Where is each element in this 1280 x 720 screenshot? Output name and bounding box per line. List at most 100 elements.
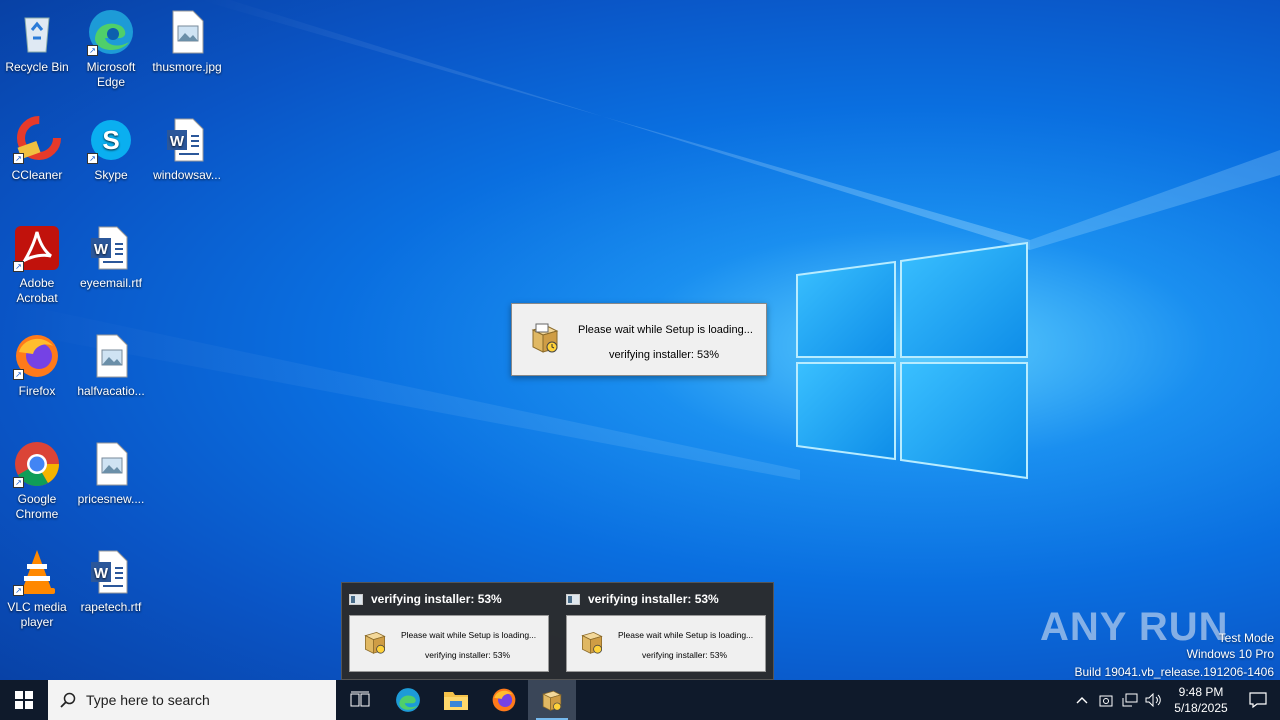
clock-date: 5/18/2025 [1174, 701, 1228, 715]
thumbnail-message: Please wait while Setup is loading... [401, 630, 537, 640]
desktop-icon-skype[interactable]: S ↗ Skype [74, 116, 148, 183]
chrome-icon: ↗ [13, 440, 61, 488]
setup-status: verifying installer: 53% [609, 349, 720, 361]
desktop-icon-google-chrome[interactable]: ↗ Google Chrome [0, 440, 74, 522]
thumbnail-preview: Please wait while Setup is loading... ve… [349, 615, 549, 672]
desktop-icon-recycle-bin[interactable]: Recycle Bin [0, 8, 74, 75]
firefox-icon: ↗ [13, 332, 61, 380]
app-window-icon [566, 593, 580, 605]
desktop-icon-label: Skype [94, 168, 128, 182]
test-mode-label: Test Mode [1218, 631, 1274, 645]
search-placeholder: Type here to search [86, 692, 210, 708]
desktop-icon-firefox[interactable]: ↗ Firefox [0, 332, 74, 399]
shortcut-arrow-icon: ↗ [13, 153, 24, 164]
taskbar-firefox-button[interactable] [480, 680, 528, 720]
desktop-icon-pricesnew[interactable]: pricesnew.... [74, 440, 148, 507]
desktop-icon-label: halfvacatio... [77, 384, 145, 398]
folder-icon [444, 692, 468, 710]
notification-icon [1249, 692, 1267, 708]
thumbnail-preview: Please wait while Setup is loading... ve… [566, 615, 766, 672]
desktop-icon-label: rapetech.rtf [80, 600, 142, 614]
desktop-icon-ccleaner[interactable]: ↗ CCleaner [0, 116, 74, 183]
task-view-icon [350, 691, 370, 707]
setup-loading-dialog[interactable]: Please wait while Setup is loading... ve… [511, 303, 767, 376]
shortcut-arrow-icon: ↗ [87, 45, 98, 56]
taskbar-setup-button[interactable] [528, 680, 576, 720]
adobe-acrobat-icon: ↗ [13, 224, 61, 272]
thumbnail-message: Please wait while Setup is loading... [618, 630, 754, 640]
edge-icon: ↗ [87, 8, 135, 56]
desktop-icon-microsoft-edge[interactable]: ↗ Microsoft Edge [74, 8, 148, 90]
desktop-icon-label: VLC media player [7, 600, 67, 629]
edge-icon [396, 688, 420, 712]
shortcut-arrow-icon: ↗ [87, 153, 98, 164]
taskbar-search-box[interactable]: Type here to search [48, 680, 336, 720]
desktop-icon-label: pricesnew.... [77, 492, 145, 506]
desktop-icon-thusmore[interactable]: thusmore.jpg [150, 8, 224, 75]
search-icon [60, 692, 76, 708]
thumbnail-title-bar: verifying installer: 53% [349, 589, 549, 609]
desktop-icon-rapetech[interactable]: W rapetech.rtf [74, 548, 148, 615]
start-button[interactable] [0, 680, 48, 720]
thumbnail-status: verifying installer: 53% [425, 650, 511, 660]
taskbar-clock[interactable]: 9:48 PM 5/18/2025 [1166, 684, 1236, 716]
tray-security-button[interactable] [1094, 680, 1118, 720]
taskbar-thumbnail-panel: verifying installer: 53% Please wait whi… [341, 582, 774, 680]
thumbnail-title: verifying installer: 53% [371, 592, 502, 606]
desktop-icon-halfvacation[interactable]: halfvacatio... [74, 332, 148, 399]
desktop-icon-windowsav[interactable]: W windowsav... [150, 116, 224, 183]
chevron-up-icon [1076, 697, 1088, 704]
firefox-icon [492, 688, 516, 712]
image-file-icon [163, 8, 211, 56]
shortcut-arrow-icon: ↗ [13, 585, 24, 596]
build-label: Build 19041.vb_release.191206-1406 [1074, 665, 1275, 679]
image-file-icon [87, 440, 135, 488]
show-hidden-icons-button[interactable] [1070, 680, 1094, 720]
tray-network-button[interactable] [1118, 680, 1142, 720]
window-thumbnail[interactable]: verifying installer: 53% Please wait whi… [566, 589, 766, 672]
shortcut-arrow-icon: ↗ [13, 261, 24, 272]
thumbnail-status: verifying installer: 53% [642, 650, 728, 660]
ccleaner-icon: ↗ [13, 116, 61, 164]
desktop-icon-eyeemail[interactable]: W eyeemail.rtf [74, 224, 148, 291]
desktop-icon-label: Microsoft Edge [86, 60, 136, 89]
window-thumbnail[interactable]: verifying installer: 53% Please wait whi… [349, 589, 549, 672]
image-file-icon [87, 332, 135, 380]
svg-text:W: W [170, 133, 185, 150]
security-tray-icon [1099, 695, 1113, 707]
desktop-icon-label: eyeemail.rtf [79, 276, 143, 290]
desktop-icon-vlc[interactable]: ↗ VLC media player [0, 548, 74, 630]
recycle-bin-icon [13, 8, 61, 56]
taskbar-edge-button[interactable] [384, 680, 432, 720]
desktop-icon-label: Google Chrome [15, 492, 59, 521]
installer-box-icon [542, 690, 562, 711]
word-document-icon: W [87, 548, 135, 596]
thumbnail-title-bar: verifying installer: 53% [566, 589, 766, 609]
svg-text:W: W [94, 565, 109, 582]
thumbnail-title: verifying installer: 53% [588, 592, 719, 606]
svg-text:S: S [102, 125, 119, 155]
tray-volume-button[interactable] [1142, 680, 1166, 720]
word-document-icon: W [163, 116, 211, 164]
installer-box-icon [581, 631, 603, 654]
desktop-icon-label: CCleaner [11, 168, 63, 182]
windows-logo [796, 241, 1028, 480]
desktop-icon-adobe-acrobat[interactable]: ↗ Adobe Acrobat [0, 224, 74, 306]
desktop-icon-label: thusmore.jpg [152, 60, 222, 74]
speaker-icon [1145, 693, 1161, 707]
vlc-icon: ↗ [13, 548, 61, 596]
system-tray: 9:48 PM 5/18/2025 [1070, 680, 1280, 720]
app-window-icon [349, 593, 363, 605]
installer-box-icon [531, 323, 559, 353]
clock-time: 9:48 PM [1178, 685, 1224, 699]
desktop-icon-label: Firefox [18, 384, 56, 398]
os-edition-label: Windows 10 Pro [1186, 647, 1274, 661]
taskbar-file-explorer-button[interactable] [432, 680, 480, 720]
network-icon [1122, 693, 1138, 707]
task-view-button[interactable] [336, 680, 384, 720]
shortcut-arrow-icon: ↗ [13, 477, 24, 488]
setup-message: Please wait while Setup is loading... [578, 324, 753, 336]
shortcut-arrow-icon: ↗ [13, 369, 24, 380]
desktop-icon-label: windowsav... [153, 168, 221, 182]
action-center-button[interactable] [1236, 680, 1280, 720]
